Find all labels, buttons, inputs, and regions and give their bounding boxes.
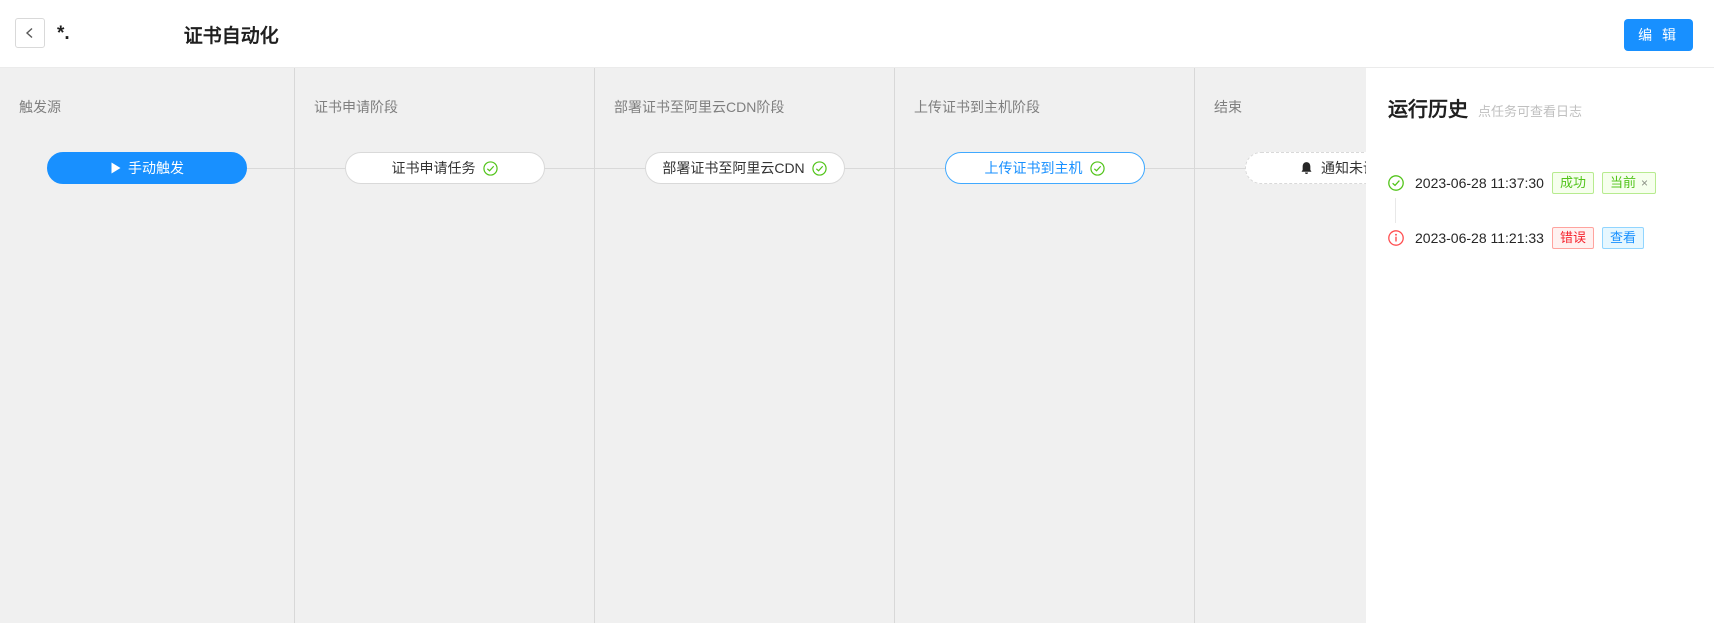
check-circle-icon xyxy=(483,161,498,176)
page-title-suffix: 证书自动化 xyxy=(184,21,279,48)
run-history-entry[interactable]: 2023-06-28 11:21:33 错误 查看 xyxy=(1388,227,1708,249)
upload-host-node[interactable]: 上传证书到主机 xyxy=(945,152,1145,184)
stage-label: 部署证书至阿里云CDN阶段 xyxy=(595,68,894,117)
close-icon[interactable]: × xyxy=(1641,176,1648,190)
run-history-entry[interactable]: 2023-06-28 11:37:30 成功 当前 × xyxy=(1388,172,1708,194)
page-title-prefix: *. xyxy=(57,23,70,45)
redacted-domain-segment xyxy=(71,21,183,47)
chevron-left-icon xyxy=(24,27,36,39)
node-label: 证书申请任务 xyxy=(392,158,476,178)
run-history-panel: 运行历史 点任务可查看日志 2023-06-28 11:37:30 成功 当前 × xyxy=(1366,68,1714,623)
run-timestamp: 2023-06-28 11:21:33 xyxy=(1415,230,1544,246)
manual-trigger-node[interactable]: 手动触发 xyxy=(47,152,247,184)
certificate-automation-page: *. 证书自动化 编 辑 触发源 手动触发 证书申请阶段 xyxy=(0,0,1714,623)
bell-icon xyxy=(1299,161,1314,176)
status-badge-error: 错误 xyxy=(1552,227,1594,249)
node-label: 上传证书到主机 xyxy=(985,158,1083,178)
play-icon xyxy=(110,162,121,174)
current-run-label: 当前 xyxy=(1610,175,1636,190)
back-button[interactable] xyxy=(15,18,45,48)
node-label: 部署证书至阿里云CDN xyxy=(662,158,804,178)
info-circle-icon xyxy=(1388,230,1404,246)
stage-deploy-cdn: 部署证书至阿里云CDN阶段 部署证书至阿里云CDN xyxy=(595,68,895,623)
stage-trigger-source: 触发源 手动触发 xyxy=(0,68,295,623)
status-badge-success: 成功 xyxy=(1552,172,1594,194)
stage-label: 触发源 xyxy=(0,68,294,117)
run-timestamp: 2023-06-28 11:37:30 xyxy=(1415,175,1544,191)
stage-cert-apply: 证书申请阶段 证书申请任务 xyxy=(295,68,595,623)
deploy-cdn-node[interactable]: 部署证书至阿里云CDN xyxy=(645,152,845,184)
run-history-title: 运行历史 xyxy=(1388,93,1468,122)
check-circle-icon xyxy=(1090,161,1105,176)
timeline-connector xyxy=(1395,198,1396,223)
stage-upload-host: 上传证书到主机阶段 上传证书到主机 xyxy=(895,68,1195,623)
run-history-list: 2023-06-28 11:37:30 成功 当前 × 2023-06-28 11… xyxy=(1388,172,1708,249)
run-history-hint: 点任务可查看日志 xyxy=(1478,101,1582,120)
edit-button[interactable]: 编 辑 xyxy=(1624,19,1693,51)
view-log-button[interactable]: 查看 xyxy=(1602,227,1644,249)
stage-label: 证书申请阶段 xyxy=(295,68,594,117)
page-header: *. 证书自动化 编 辑 xyxy=(0,0,1714,68)
stage-label: 上传证书到主机阶段 xyxy=(895,68,1194,117)
cert-apply-task-node[interactable]: 证书申请任务 xyxy=(345,152,545,184)
check-circle-icon xyxy=(1388,175,1404,191)
page-title: *. 证书自动化 xyxy=(57,19,279,49)
node-label: 手动触发 xyxy=(128,158,184,178)
check-circle-icon xyxy=(812,161,827,176)
current-run-badge: 当前 × xyxy=(1602,172,1656,194)
